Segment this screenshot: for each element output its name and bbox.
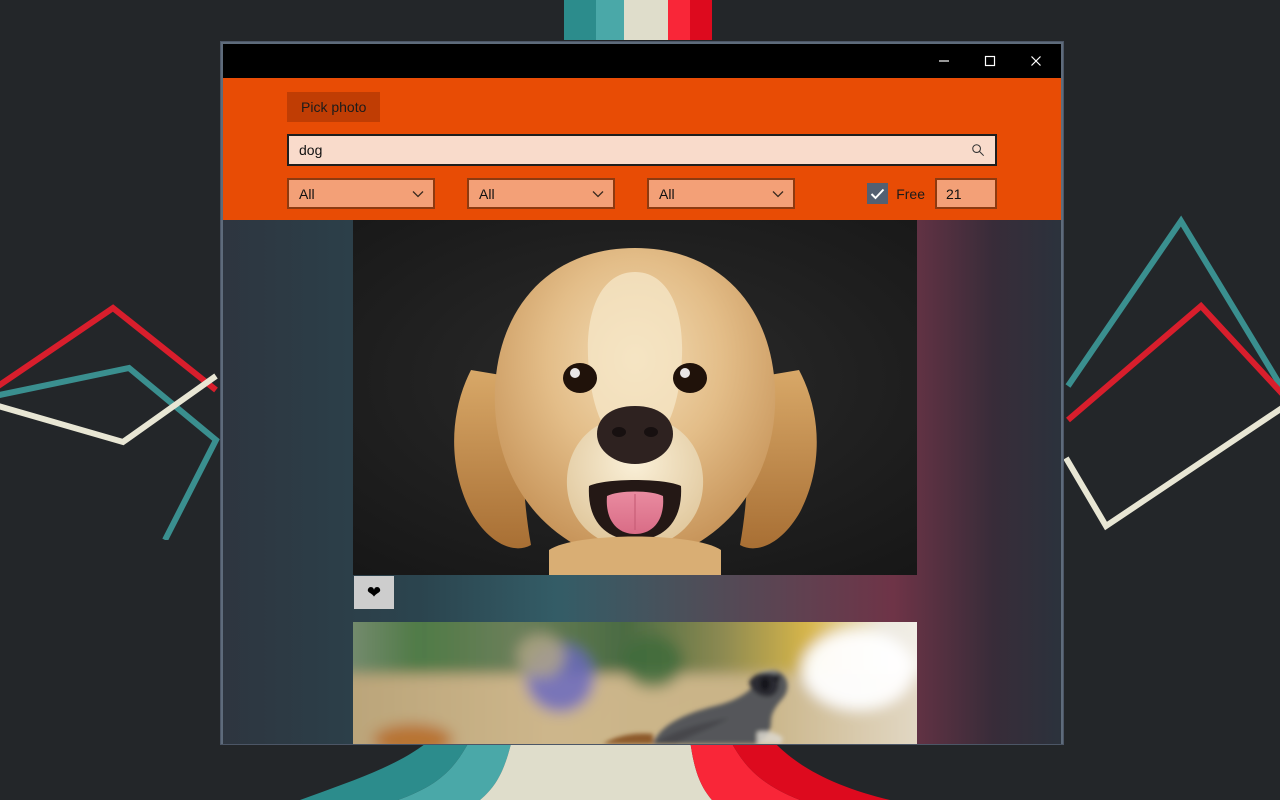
minimize-icon (939, 60, 949, 62)
free-checkbox[interactable] (867, 183, 889, 204)
application-window: Pick photo All All (221, 42, 1063, 744)
stripe-teal-dark (564, 0, 596, 40)
close-button[interactable] (1013, 45, 1059, 77)
filter-dropdown-1[interactable]: All (287, 178, 435, 209)
maximize-icon (984, 55, 996, 67)
stripe-red-dark (690, 0, 712, 40)
heart-icon: ❤ (366, 583, 382, 602)
photo-result-2[interactable] (353, 622, 917, 744)
search-box[interactable] (287, 134, 997, 166)
photo-1-image (454, 248, 817, 575)
chevron-down-icon (412, 190, 424, 197)
wallpaper-stripes-top (0, 0, 1280, 40)
chevron-down-icon (592, 190, 604, 197)
stripe-red-bright (668, 0, 690, 40)
filter-dropdown-3[interactable]: All (647, 178, 795, 209)
photo-2-image (353, 622, 917, 744)
search-input[interactable] (289, 136, 995, 164)
close-icon (1031, 56, 1041, 66)
filters-row: All All All Free 21 (287, 178, 997, 209)
favorite-button-1[interactable]: ❤ (354, 576, 394, 609)
app-header-toolbar: Pick photo All All (223, 78, 1061, 220)
search-icon (972, 144, 985, 157)
filter-dropdown-3-value: All (659, 185, 675, 202)
filter-dropdown-2-value: All (479, 185, 495, 202)
filter-dropdown-1-value: All (299, 185, 315, 202)
stripe-cream (624, 0, 668, 40)
filter-dropdown-2[interactable]: All (467, 178, 615, 209)
free-filter-group: Free (867, 178, 997, 209)
checkmark-icon (870, 188, 885, 199)
wallpaper-artwork-right (1063, 215, 1280, 531)
stripes-bottom-shape (300, 740, 890, 800)
chevron-down-icon (772, 190, 784, 197)
maximize-button[interactable] (967, 45, 1013, 77)
wallpaper-artwork-left (0, 304, 220, 540)
pick-photo-button[interactable]: Pick photo (287, 92, 381, 122)
minimize-button[interactable] (921, 45, 967, 77)
free-label: Free (896, 185, 925, 202)
photo-result-1[interactable] (353, 220, 917, 575)
results-area: ❤ (223, 220, 1061, 744)
count-box[interactable] (935, 178, 997, 209)
search-row (287, 134, 997, 166)
stripe-teal-light (596, 0, 624, 40)
count-input[interactable] (937, 185, 995, 202)
wallpaper-stripes-bottom (0, 740, 1280, 800)
window-titlebar (223, 44, 1061, 78)
